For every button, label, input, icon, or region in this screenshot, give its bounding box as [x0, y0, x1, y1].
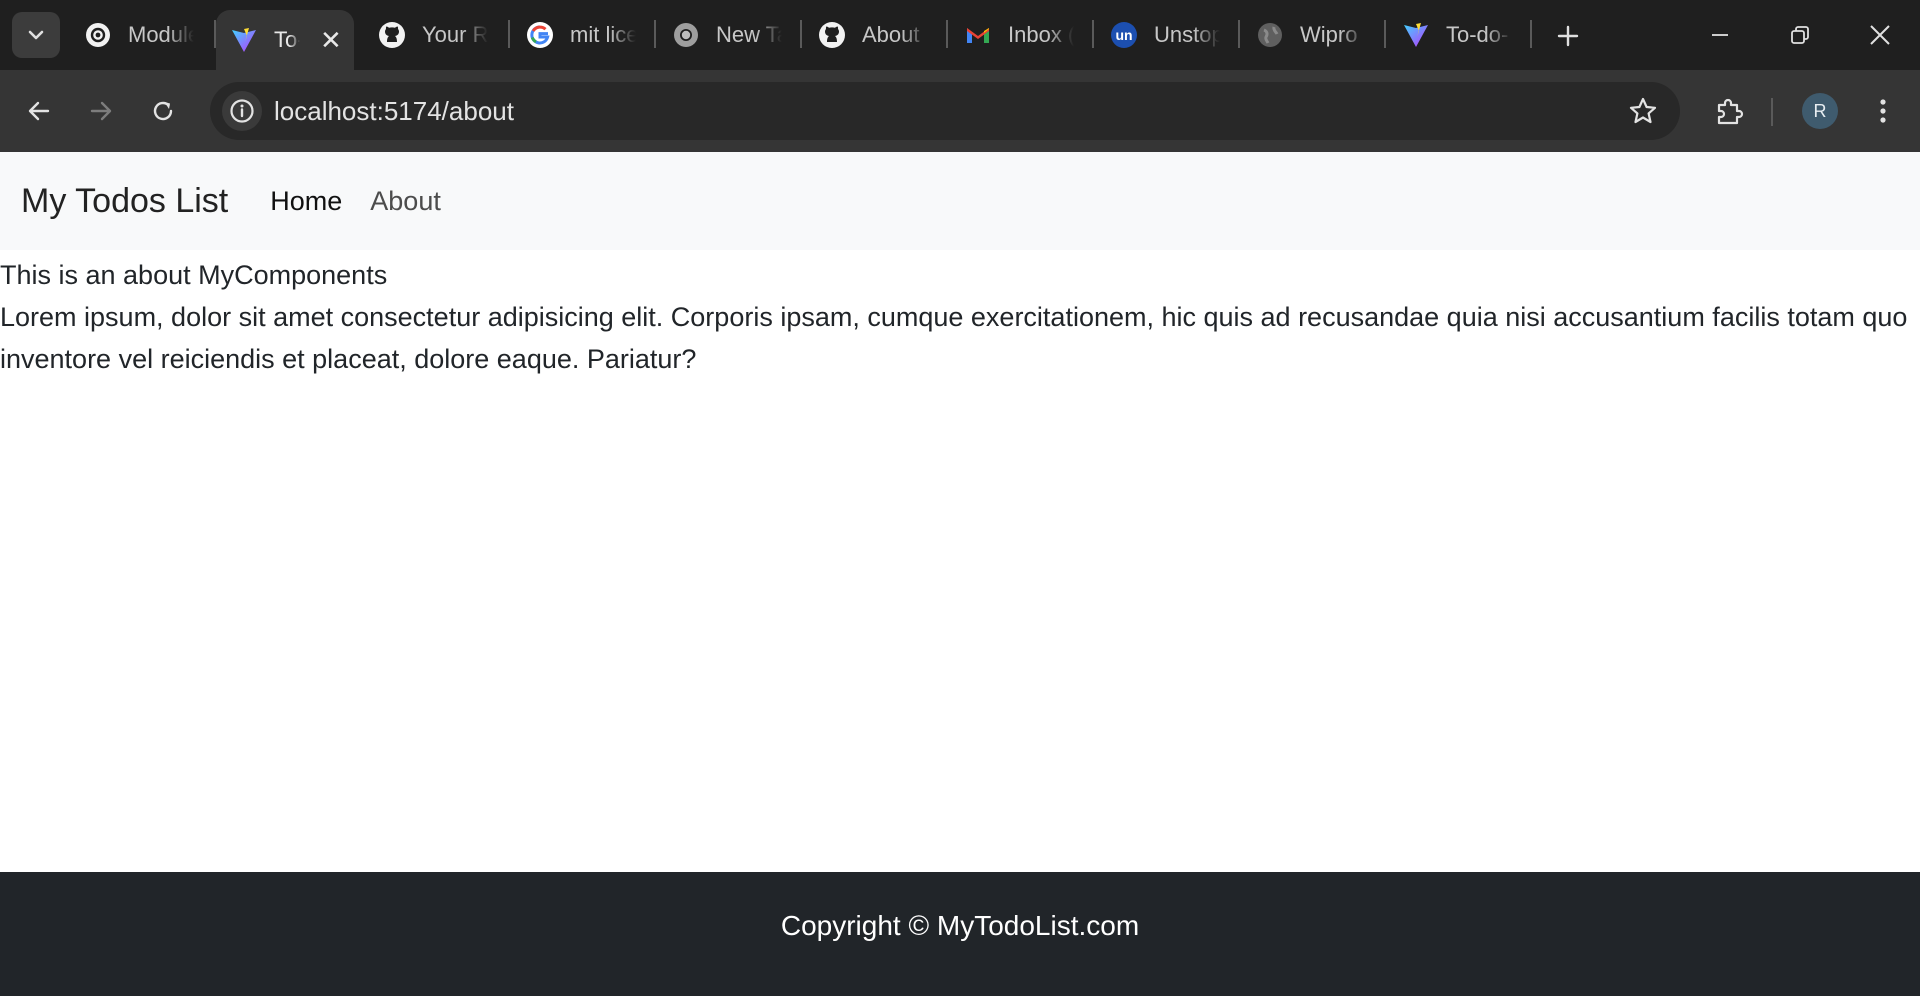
plus-icon: [1557, 25, 1579, 47]
browser-tab[interactable]: Your Repositories: [364, 12, 506, 58]
nav-link-home[interactable]: Home: [270, 186, 342, 217]
url-text: localhost:5174/about: [274, 96, 514, 126]
nav-link-about[interactable]: About: [370, 186, 441, 217]
restore-icon: [1791, 26, 1809, 44]
bookmark-star-icon[interactable]: [1628, 96, 1658, 126]
tab-title: Your Repositories: [422, 22, 488, 47]
close-window-button[interactable]: [1850, 10, 1910, 60]
svg-text:un: un: [1115, 27, 1132, 43]
about-heading: This is an about MyComponents: [0, 260, 388, 290]
browser-tab[interactable]: Inbox (: [950, 12, 1090, 58]
new-tab-button[interactable]: [1546, 14, 1590, 58]
minimize-button[interactable]: [1690, 10, 1750, 60]
browser-toolbar: localhost:5174/about R: [0, 70, 1920, 152]
openai-icon: [84, 21, 112, 49]
browser-tab[interactable]: About: [804, 12, 944, 58]
app-footer: Copyright © MyTodoList.com: [0, 872, 1920, 996]
puzzle-icon: [1717, 98, 1744, 125]
extensions-button[interactable]: [1706, 88, 1752, 134]
info-icon: [230, 99, 254, 123]
tab-title: Inbox (: [1008, 22, 1074, 47]
about-content: This is an about MyComponents Lorem ipsu…: [0, 250, 1920, 380]
browser-menu-button[interactable]: [1860, 88, 1906, 134]
reload-icon: [153, 101, 173, 121]
globe-icon: [1256, 21, 1284, 49]
tab-title: Module: [128, 22, 194, 47]
tab-title: About: [862, 22, 920, 47]
browser-tab[interactable]: To-do-: [1388, 12, 1528, 58]
close-tab-icon[interactable]: ✕: [320, 27, 342, 53]
tab-title: To-do: [274, 27, 300, 52]
back-button[interactable]: [16, 88, 62, 134]
close-icon: [1870, 25, 1890, 45]
footer-copyright: Copyright © MyTodoList.com: [780, 910, 1140, 941]
tab-title: To-do-: [1446, 22, 1509, 47]
google-icon: [526, 21, 554, 49]
github-icon: [378, 21, 406, 49]
site-info-button[interactable]: [222, 91, 262, 131]
more-vertical-icon: [1880, 99, 1886, 123]
browser-tab[interactable]: mit license: [512, 12, 652, 58]
about-paragraph: Lorem ipsum, dolor sit amet consectetur …: [0, 302, 1908, 374]
browser-tab[interactable]: Module: [70, 12, 212, 58]
tab-title: mit license: [570, 22, 636, 47]
navbar-brand[interactable]: My Todos List: [21, 182, 228, 221]
arrow-right-icon: [90, 101, 112, 121]
browser-tab[interactable]: New Tab: [658, 12, 798, 58]
tab-search-button[interactable]: [12, 12, 60, 58]
profile-avatar[interactable]: R: [1802, 93, 1838, 129]
restore-button[interactable]: [1770, 10, 1830, 60]
gmail-icon: [964, 21, 992, 49]
vite-icon: [230, 26, 258, 54]
github-icon: [818, 21, 846, 49]
browser-tab[interactable]: un Unstop: [1096, 12, 1236, 58]
tab-title: Wipro: [1300, 22, 1358, 47]
chrome-icon: [672, 21, 700, 49]
unstop-icon: un: [1110, 21, 1138, 49]
browser-tab-active[interactable]: To-do ✕: [216, 10, 354, 70]
chevron-down-icon: [28, 30, 44, 40]
tab-title: New Tab: [716, 22, 782, 47]
tab-title: Unstop: [1154, 22, 1220, 47]
reload-button[interactable]: [140, 88, 186, 134]
forward-button[interactable]: [78, 88, 124, 134]
address-bar[interactable]: localhost:5174/about: [210, 82, 1680, 140]
app-navbar: My Todos List Home About: [0, 152, 1920, 250]
minimize-icon: [1712, 34, 1728, 36]
arrow-left-icon: [28, 101, 50, 121]
browser-tab[interactable]: Wipro: [1242, 12, 1382, 58]
vite-icon: [1402, 21, 1430, 49]
browser-tabstrip: Module To-do ✕ Your Repositories mit lic…: [0, 0, 1920, 70]
